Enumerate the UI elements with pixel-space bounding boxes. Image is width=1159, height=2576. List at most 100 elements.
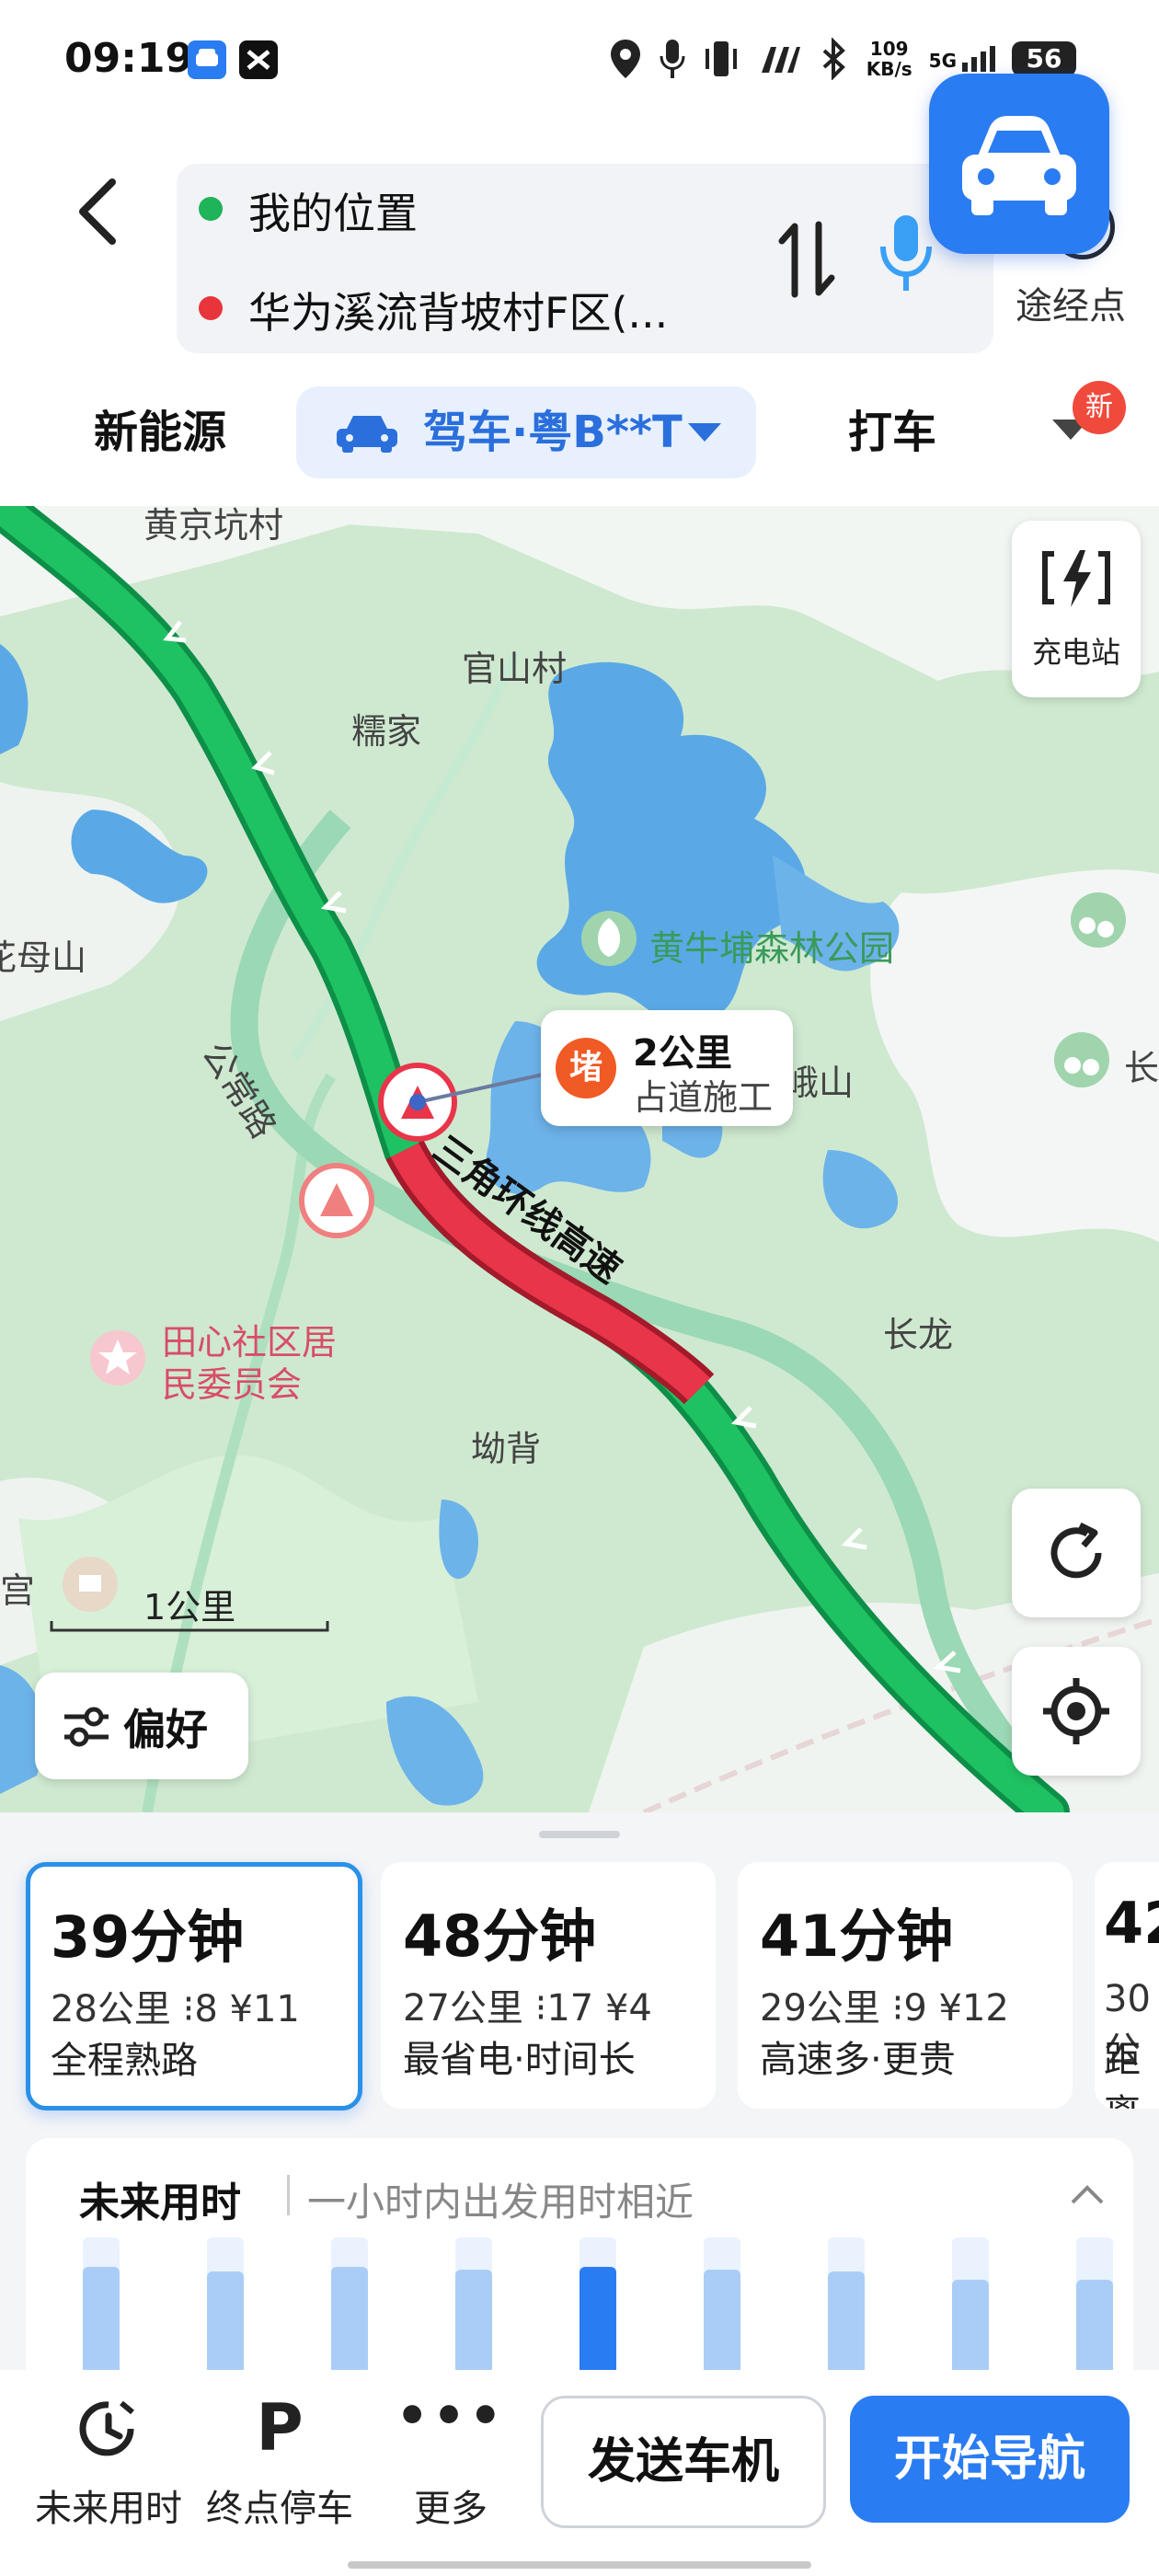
tab-new-energy[interactable]: 新能源 — [94, 386, 226, 478]
future-bar[interactable] — [83, 2267, 120, 2370]
future-bar[interactable] — [207, 2271, 244, 2370]
map-label-village: 黄京坑村 — [143, 506, 284, 546]
route-card-1[interactable]: 39分钟 28公里 ⁝8 ¥11 全程熟路 — [26, 1862, 362, 2110]
future-time-label: 未来用时 — [35, 2488, 182, 2530]
charging-icon — [1042, 550, 1110, 607]
car-icon — [962, 116, 1076, 215]
car-app-icon — [188, 40, 226, 79]
send-to-car-button[interactable]: 发送车机 — [541, 2396, 826, 2528]
car-tab-icon — [337, 416, 397, 453]
location-icon — [610, 40, 640, 78]
route-time: 39分钟 — [51, 1903, 245, 1971]
incident-callout[interactable]: 堵 2公里 占道施工 — [541, 1010, 793, 1126]
tab-drive[interactable]: 驾车·粤B**T — [296, 386, 756, 478]
bluetooth-icon — [822, 38, 845, 80]
future-bar-track — [207, 2237, 244, 2370]
waypoint-label[interactable]: 途经点 — [1016, 276, 1126, 329]
map-label-aobei: 坳背 — [471, 1429, 542, 1469]
net-speed: 109 KB/s — [866, 38, 912, 80]
preference-label: 偏好 — [123, 1705, 208, 1754]
future-bars — [83, 2237, 1113, 2370]
future-subtitle: 一小时内出发用时相近 — [307, 2179, 694, 2225]
route-info: 27公里 ⁝17 ¥4 — [403, 1987, 652, 2030]
mm-icon — [761, 47, 800, 73]
drag-handle[interactable] — [539, 1831, 620, 1838]
route-card-2[interactable]: 48分钟 27公里 ⁝17 ¥4 最省电·时间长 — [381, 1862, 716, 2109]
route-tag: 距离 — [1104, 2039, 1141, 2109]
future-bar-track — [828, 2237, 865, 2370]
incident-desc: 占道施工 — [633, 1077, 774, 1118]
map-label-tianxin-2: 民委员会 — [162, 1364, 303, 1405]
future-bar-track — [580, 2237, 616, 2370]
route-time: 48分钟 — [403, 1903, 597, 1970]
future-title: 未来用时 — [79, 2179, 241, 2226]
route-time: 41分钟 — [760, 1903, 954, 1970]
route-card-3[interactable]: 41分钟 29公里 ⁝9 ¥12 高速多·更贵 — [738, 1862, 1073, 2109]
origin-dot — [199, 197, 223, 221]
chevron-up-icon[interactable] — [1069, 2182, 1106, 2206]
status-time: 09:19 — [64, 35, 194, 82]
end-parking-button[interactable]: P 终点停车 — [199, 2390, 361, 2534]
voice-input-button[interactable] — [876, 210, 932, 293]
capcut-icon — [239, 40, 278, 79]
future-bar[interactable] — [704, 2270, 740, 2370]
refresh-icon — [1050, 1522, 1102, 1579]
future-bar-track — [455, 2237, 492, 2370]
locate-icon — [1043, 1678, 1109, 1744]
map-label-huamushan: 花母山 — [0, 937, 87, 978]
back-button[interactable] — [72, 175, 127, 248]
future-bar-track — [331, 2237, 368, 2370]
future-time-button[interactable]: 未来用时 — [28, 2396, 189, 2534]
end-parking-label: 终点停车 — [206, 2488, 353, 2530]
swap-button[interactable] — [775, 221, 839, 302]
route-tag: 全程熟路 — [51, 2040, 198, 2082]
traffic-light-icon: ⁝ — [534, 1987, 547, 2030]
future-bar[interactable] — [580, 2267, 616, 2370]
map-view[interactable]: 三角环线高速 黄京坑村 官山村 糯家 黄牛埔森林公园 花母山 公常路 田心社区居… — [0, 506, 1159, 1812]
tab-taxi[interactable]: 打车 — [848, 386, 936, 478]
map-label-gong: 宫 — [0, 1570, 36, 1611]
route-tag: 最省电·时间长 — [403, 2039, 636, 2081]
more-button[interactable]: ••• 更多 — [370, 2386, 532, 2534]
origin-input[interactable]: 我的位置 — [248, 180, 418, 241]
map-label-shan: 峨山 — [784, 1063, 855, 1103]
route-tag: 高速多·更贵 — [760, 2039, 956, 2081]
new-badge: 新 — [1073, 381, 1126, 434]
future-bar[interactable] — [455, 2270, 492, 2370]
future-bar[interactable] — [1076, 2280, 1113, 2370]
signal-icon: 5G — [929, 46, 995, 72]
locate-button[interactable] — [1012, 1647, 1141, 1776]
battery-icon: 56 — [1012, 41, 1076, 76]
refresh-button[interactable] — [1012, 1489, 1141, 1617]
preference-button[interactable]: 偏好 — [35, 1673, 248, 1779]
future-bar-track — [952, 2237, 989, 2370]
divider — [287, 2175, 290, 2215]
swap-icon — [778, 221, 835, 298]
start-navigation-button[interactable]: 开始导航 — [850, 2396, 1130, 2523]
future-bar-track — [1076, 2237, 1113, 2370]
future-bar[interactable] — [331, 2267, 368, 2370]
future-bar[interactable] — [828, 2271, 865, 2370]
more-icon: ••• — [396, 2386, 506, 2446]
route-time: 42 — [1104, 1890, 1159, 1957]
congestion-badge: 堵 — [556, 1038, 616, 1098]
map-label-nuojia: 糯家 — [351, 711, 422, 752]
destination-input[interactable]: 华为溪流背坡村F区(... — [248, 280, 668, 340]
parking-icon: P — [256, 2390, 304, 2466]
destination-dot — [199, 296, 223, 320]
drive-tab-label: 驾车·粤B**T — [423, 407, 683, 458]
map-scale: 1公里 — [143, 1587, 236, 1627]
future-bar[interactable] — [952, 2280, 989, 2370]
home-indicator[interactable] — [348, 2561, 811, 2569]
route-info: 28公里 ⁝8 ¥11 — [51, 1988, 300, 2030]
clock-icon — [79, 2400, 134, 2456]
route-card-4[interactable]: 42 30公 距离 — [1095, 1862, 1159, 2109]
future-bar-track — [704, 2237, 740, 2370]
microphone-status-icon — [660, 40, 685, 78]
charging-station-button[interactable]: 充电站 — [1012, 521, 1141, 697]
chevron-left-icon — [79, 178, 116, 245]
map-label-changlong: 长龙 — [883, 1315, 954, 1355]
car-floating-badge[interactable] — [929, 74, 1109, 254]
vibrate-icon — [705, 41, 737, 76]
future-bar-track — [83, 2237, 120, 2370]
